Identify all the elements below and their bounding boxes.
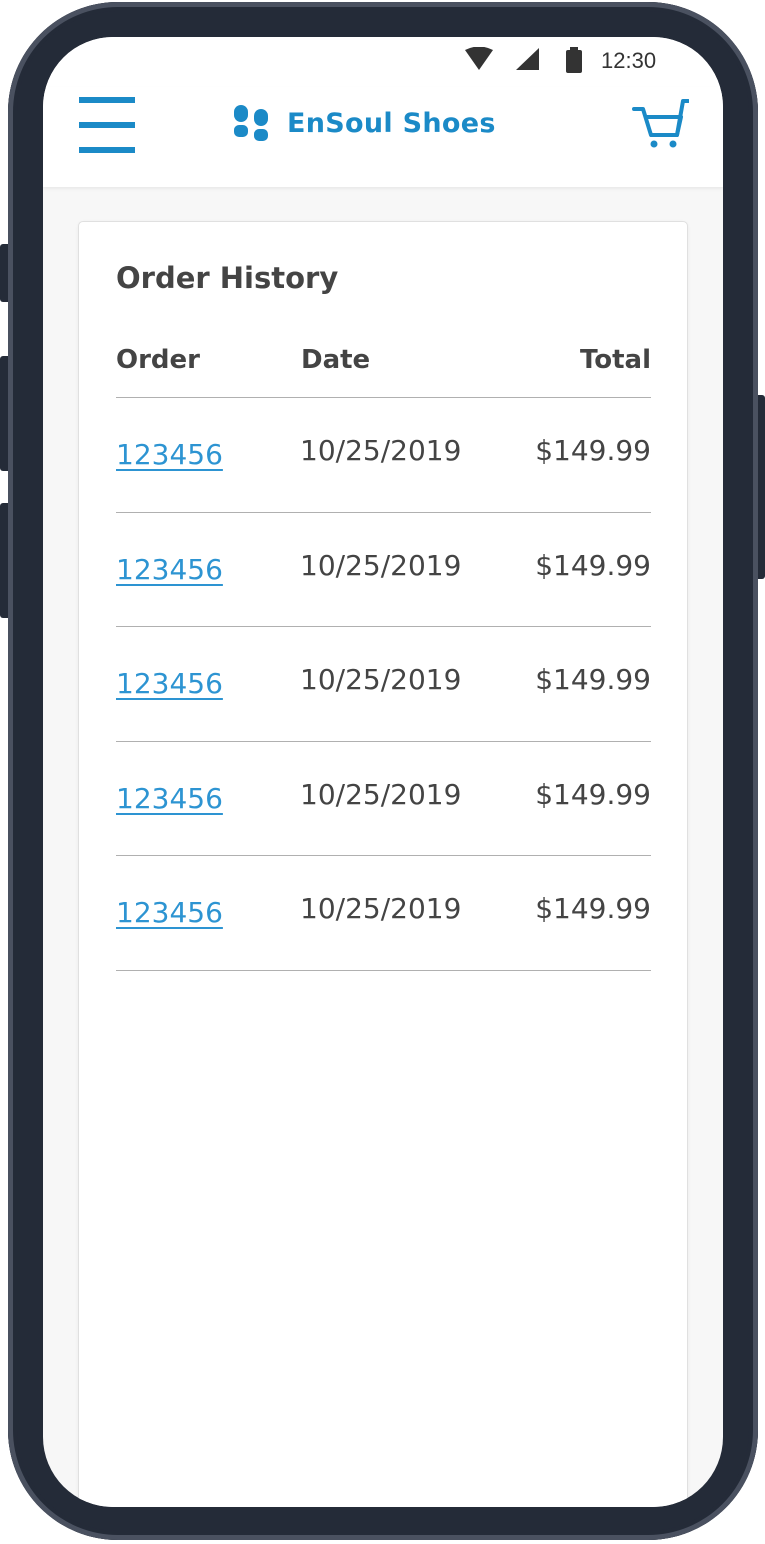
phone-screen: 12:30 EnSoul Shoes Order History Order D… bbox=[43, 37, 723, 1507]
table-row: 123456 10/25/2019 $149.99 bbox=[116, 398, 651, 513]
app-header: EnSoul Shoes bbox=[43, 87, 723, 187]
order-history-card: Order History Order Date Total 123456 10… bbox=[78, 221, 688, 1507]
brand[interactable]: EnSoul Shoes bbox=[232, 101, 496, 145]
column-header-order: Order bbox=[116, 345, 200, 375]
order-number-link[interactable]: 123456 bbox=[116, 553, 223, 587]
order-total: $149.99 bbox=[535, 663, 651, 696]
order-date: 10/25/2019 bbox=[300, 892, 462, 925]
table-header: Order Date Total bbox=[116, 340, 651, 398]
wifi-icon bbox=[465, 47, 493, 70]
cart-icon[interactable] bbox=[631, 95, 689, 151]
status-time: 12:30 bbox=[601, 48, 657, 73]
signal-icon bbox=[516, 48, 539, 70]
table-row: 123456 10/25/2019 $149.99 bbox=[116, 513, 651, 627]
order-number-link[interactable]: 123456 bbox=[116, 782, 223, 816]
order-total: $149.99 bbox=[535, 434, 651, 467]
order-date: 10/25/2019 bbox=[300, 434, 462, 467]
table-row: 123456 10/25/2019 $149.99 bbox=[116, 627, 651, 742]
orders-table: Order Date Total 123456 10/25/2019 $149.… bbox=[116, 340, 651, 971]
order-total: $149.99 bbox=[535, 892, 651, 925]
order-total: $149.99 bbox=[535, 548, 651, 582]
order-date: 10/25/2019 bbox=[300, 548, 462, 582]
order-date: 10/25/2019 bbox=[300, 777, 462, 811]
page-title: Order History bbox=[116, 261, 339, 295]
menu-icon[interactable] bbox=[79, 95, 135, 153]
order-number-link[interactable]: 123456 bbox=[116, 667, 223, 701]
footprints-logo-icon bbox=[234, 105, 268, 141]
battery-icon bbox=[566, 47, 582, 73]
table-row: 123456 10/25/2019 $149.99 bbox=[116, 742, 651, 856]
status-bar: 12:30 bbox=[43, 37, 723, 87]
column-header-total: Total bbox=[579, 345, 651, 375]
order-number-link[interactable]: 123456 bbox=[116, 438, 223, 472]
column-header-date: Date bbox=[301, 345, 371, 375]
order-total: $149.99 bbox=[535, 777, 651, 811]
brand-name: EnSoul Shoes bbox=[287, 107, 496, 139]
table-row: 123456 10/25/2019 $149.99 bbox=[116, 856, 651, 971]
order-date: 10/25/2019 bbox=[300, 663, 462, 696]
order-number-link[interactable]: 123456 bbox=[116, 896, 223, 930]
